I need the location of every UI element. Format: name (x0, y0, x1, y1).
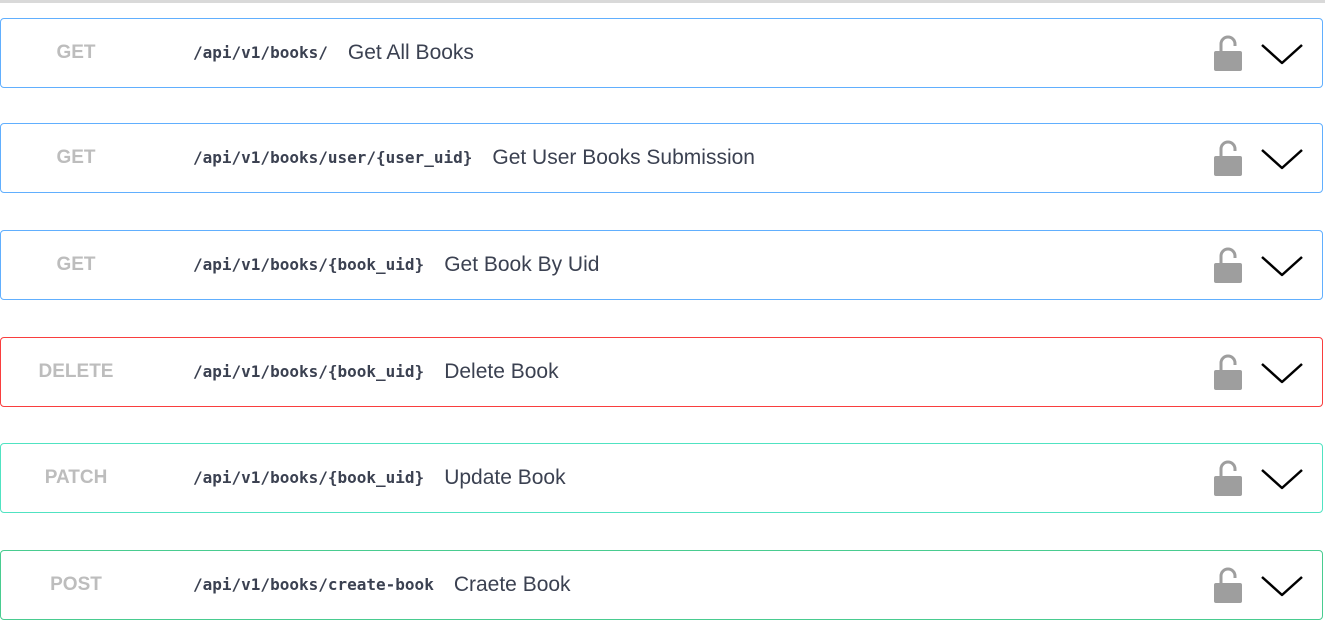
chevron-down-icon[interactable] (1259, 39, 1305, 67)
unlock-icon[interactable] (1211, 460, 1245, 496)
unlock-icon[interactable] (1211, 140, 1245, 176)
method-label: POST (50, 574, 102, 595)
chevron-down-icon[interactable] (1259, 358, 1305, 386)
endpoint-summary: Get All Books (347, 41, 474, 64)
endpoint-summary: Delete Book (444, 360, 559, 383)
unlock-icon[interactable] (1211, 247, 1245, 283)
endpoint-summary: Update Book (444, 466, 566, 489)
method-label: DELETE (38, 361, 114, 382)
endpoint-path: /api/v1/books/{book_uid} (193, 255, 425, 274)
method-label: GET (56, 254, 96, 275)
unlock-icon[interactable] (1211, 354, 1245, 390)
operation-path-summary: /api/v1/books/user/{user_uid} Get User B… (193, 124, 755, 192)
method-label: PATCH (44, 467, 108, 488)
method-label: GET (56, 147, 96, 168)
endpoint-path: /api/v1/books/{book_uid} (193, 468, 425, 487)
unlock-icon[interactable] (1211, 567, 1245, 603)
operation-get-all-books[interactable]: GET /api/v1/books/ Get All Books (0, 18, 1323, 88)
chevron-down-icon[interactable] (1259, 571, 1305, 599)
chevron-down-icon[interactable] (1259, 251, 1305, 279)
operation-path-summary: /api/v1/books/ Get All Books (193, 19, 474, 87)
operation-get-book-by-uid[interactable]: GET /api/v1/books/{book_uid} Get Book By… (0, 230, 1323, 300)
operation-path-summary: /api/v1/books/create-book Craete Book (193, 551, 571, 619)
operation-path-summary: /api/v1/books/{book_uid} Get Book By Uid (193, 231, 599, 299)
endpoint-path: /api/v1/books/create-book (193, 575, 434, 594)
chevron-down-icon[interactable] (1259, 144, 1305, 172)
operation-update-book[interactable]: PATCH /api/v1/books/{book_uid} Update Bo… (0, 443, 1323, 513)
operation-get-user-books[interactable]: GET /api/v1/books/user/{user_uid} Get Us… (0, 123, 1323, 193)
endpoint-summary: Get User Books Submission (492, 146, 755, 169)
operation-path-summary: /api/v1/books/{book_uid} Delete Book (193, 338, 559, 406)
endpoint-summary: Craete Book (453, 573, 571, 596)
operation-path-summary: /api/v1/books/{book_uid} Update Book (193, 444, 566, 512)
operation-create-book[interactable]: POST /api/v1/books/create-book Craete Bo… (0, 550, 1323, 620)
method-label: GET (56, 42, 96, 63)
operation-delete-book[interactable]: DELETE /api/v1/books/{book_uid} Delete B… (0, 337, 1323, 407)
top-divider (0, 0, 1325, 3)
endpoint-path: /api/v1/books/ (193, 43, 328, 62)
unlock-icon[interactable] (1211, 35, 1245, 71)
endpoint-summary: Get Book By Uid (444, 253, 600, 276)
endpoint-path: /api/v1/books/{book_uid} (193, 362, 425, 381)
endpoint-path: /api/v1/books/user/{user_uid} (193, 148, 473, 167)
chevron-down-icon[interactable] (1259, 464, 1305, 492)
